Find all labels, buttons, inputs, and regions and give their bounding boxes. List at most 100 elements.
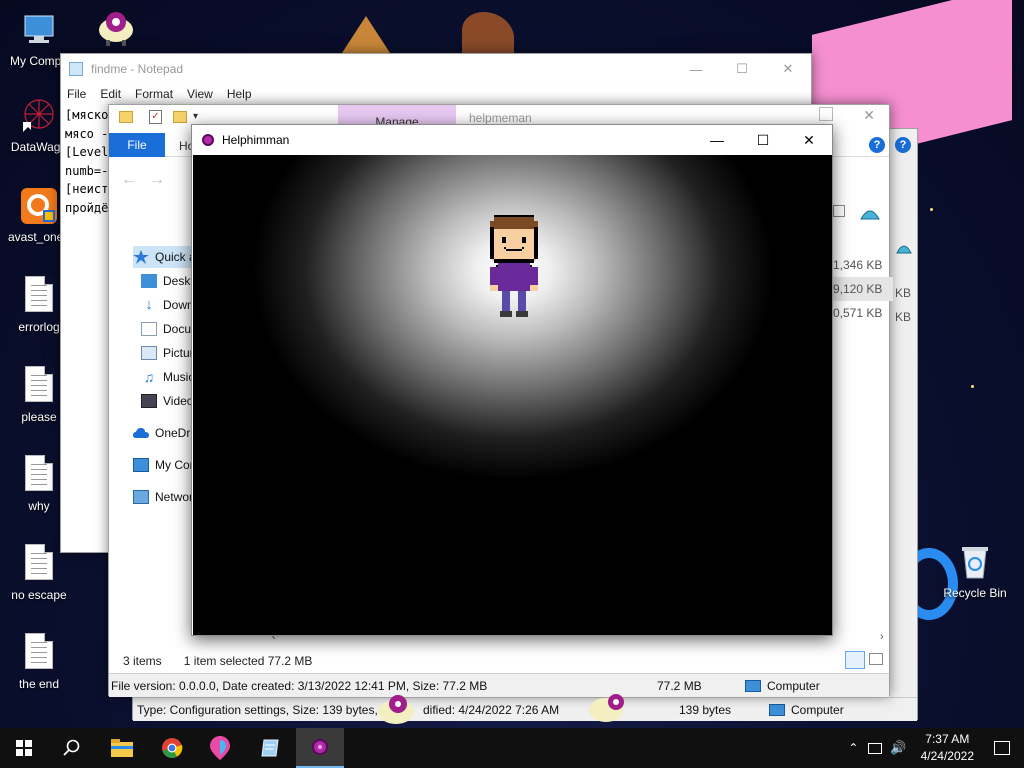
scroll-right-icon[interactable]: ›: [880, 631, 884, 643]
wallpaper-ear-left: [340, 16, 392, 56]
nav-onedrive[interactable]: OneDriv: [133, 422, 193, 444]
new-folder-icon[interactable]: [173, 111, 187, 123]
taskbar-chrome[interactable]: [148, 728, 196, 768]
back-arrow-icon[interactable]: ←: [121, 171, 137, 189]
details-view-button[interactable]: [845, 651, 865, 669]
details-modified: dified: 4/24/2022 7:26 AM: [423, 702, 560, 717]
network-icon[interactable]: [868, 742, 883, 754]
notepad-text-area[interactable]: [мяско мясо - [Level numb=- [неист пройдё: [65, 106, 108, 217]
chrome-icon: [162, 738, 183, 758]
notifications-icon[interactable]: [994, 741, 1010, 755]
folder-icon: [119, 111, 133, 123]
chevron-down-icon[interactable]: ▾: [193, 111, 198, 122]
selection-info: 1 item selected 77.2 MB: [183, 654, 313, 668]
help-icon[interactable]: ?: [869, 137, 885, 153]
star: [971, 385, 974, 388]
nav-videos[interactable]: Video: [141, 390, 193, 412]
search-icon: [63, 739, 80, 756]
taskbar-paint3d[interactable]: [196, 728, 244, 768]
notepad-line: [неист: [65, 182, 109, 196]
game-title: Helphimman: [222, 133, 290, 147]
item-count: 3 items: [123, 654, 162, 668]
nav-pictures[interactable]: Pictur: [141, 342, 193, 364]
large-icons-view-button[interactable]: [869, 653, 883, 665]
minimize-button[interactable]: —: [694, 125, 740, 155]
nav-desktop[interactable]: Deskt: [141, 270, 193, 292]
computer-icon: [133, 458, 149, 472]
desktop-icon-the-end[interactable]: the end: [0, 633, 78, 691]
game-canvas[interactable]: [193, 155, 832, 635]
desktop-icon-label: the end: [18, 677, 60, 691]
forward-arrow-icon[interactable]: →: [149, 171, 165, 189]
document-icon: [19, 276, 59, 316]
computer-icon: [769, 703, 785, 716]
nav-network[interactable]: Networ: [133, 486, 193, 508]
notepad-title: findme - Notepad: [91, 62, 184, 76]
close-button[interactable]: ✕: [765, 54, 811, 84]
volume-icon[interactable]: 🔊: [890, 740, 906, 756]
desktop-icon-label: no escape: [11, 588, 67, 602]
close-button[interactable]: ✕: [786, 125, 832, 155]
datawagon-icon: [19, 96, 59, 136]
menu-help[interactable]: Help: [227, 87, 252, 101]
nav-label: OneDriv: [155, 426, 193, 440]
pictures-icon: [141, 346, 157, 360]
nav-label: Pictur: [163, 346, 193, 360]
file-size: 0,571 KB: [833, 306, 883, 320]
document-icon: [19, 544, 59, 584]
menu-edit[interactable]: Edit: [100, 87, 121, 101]
taskbar-file-explorer[interactable]: [98, 728, 146, 768]
notepad-line: пройдё: [65, 200, 109, 215]
menu-view[interactable]: View: [187, 87, 213, 101]
nav-downloads[interactable]: ↓ Down: [141, 294, 193, 316]
status-bar: 3 items 1 item selected 77.2 MB: [123, 654, 312, 668]
notepad-icon: [69, 62, 83, 76]
details-size: 77.2 MB: [657, 678, 702, 693]
nav-label: Quick a: [155, 250, 193, 264]
wallpaper-ear-right: [462, 12, 514, 56]
view-icon[interactable]: [833, 205, 845, 217]
menu-format[interactable]: Format: [135, 87, 173, 101]
chevron-up-icon[interactable]: ⌃: [848, 741, 858, 755]
tab-file-label: File: [127, 138, 147, 152]
tab-file[interactable]: File: [109, 133, 165, 157]
sheep-sprite: [376, 692, 416, 726]
menu-file[interactable]: File: [67, 87, 86, 101]
minimize-button[interactable]: —: [673, 54, 719, 84]
taskbar-helphimman[interactable]: [296, 728, 344, 768]
helphimman-icon: [202, 134, 214, 146]
nav-label: Docu: [163, 322, 192, 336]
properties-icon[interactable]: ✓: [149, 110, 162, 124]
help-icon[interactable]: ?: [895, 137, 911, 153]
taskbar-notepad[interactable]: [246, 728, 294, 768]
maximize-button[interactable]: ☐: [740, 125, 786, 155]
nav-music[interactable]: ♫ Music: [141, 366, 193, 388]
desktop-icon-recycle-bin[interactable]: Recycle Bin: [936, 542, 1014, 600]
details-location: Computer: [791, 702, 844, 717]
maximize-button[interactable]: [819, 107, 833, 121]
nav-documents[interactable]: Docu: [141, 318, 193, 340]
nav-quick-access[interactable]: Quick a: [133, 246, 193, 268]
nav-my-computer[interactable]: My Cor: [133, 454, 193, 476]
explorer-title: helpmeman: [469, 111, 532, 125]
avast-icon: [19, 186, 59, 226]
sheep-sprite: [588, 690, 628, 724]
notepad-icon: [261, 739, 279, 757]
cloud-icon: [133, 426, 149, 440]
start-icon: [16, 740, 32, 756]
computer-icon: [19, 10, 59, 50]
search-button[interactable]: [48, 728, 96, 768]
desktop-icon-label: Recycle Bin: [943, 586, 1007, 600]
sheep-sprite: [96, 8, 136, 46]
details-text: File version: 0.0.0.0, Date created: 3/1…: [111, 678, 488, 693]
details-type: Type: Configuration settings, Size: 139 …: [137, 702, 383, 717]
maximize-button[interactable]: ☐: [719, 54, 765, 84]
desktop-icon: [141, 274, 157, 288]
start-button[interactable]: [0, 728, 48, 768]
download-arrow-icon: ↓: [145, 296, 153, 313]
close-button[interactable]: ✕: [863, 107, 875, 124]
game-window[interactable]: Helphimman — ☐ ✕: [191, 124, 833, 636]
clock[interactable]: 7:37 AM 4/24/2022: [921, 731, 974, 765]
clock-time: 7:37 AM: [925, 732, 970, 746]
film-icon: [141, 394, 157, 408]
